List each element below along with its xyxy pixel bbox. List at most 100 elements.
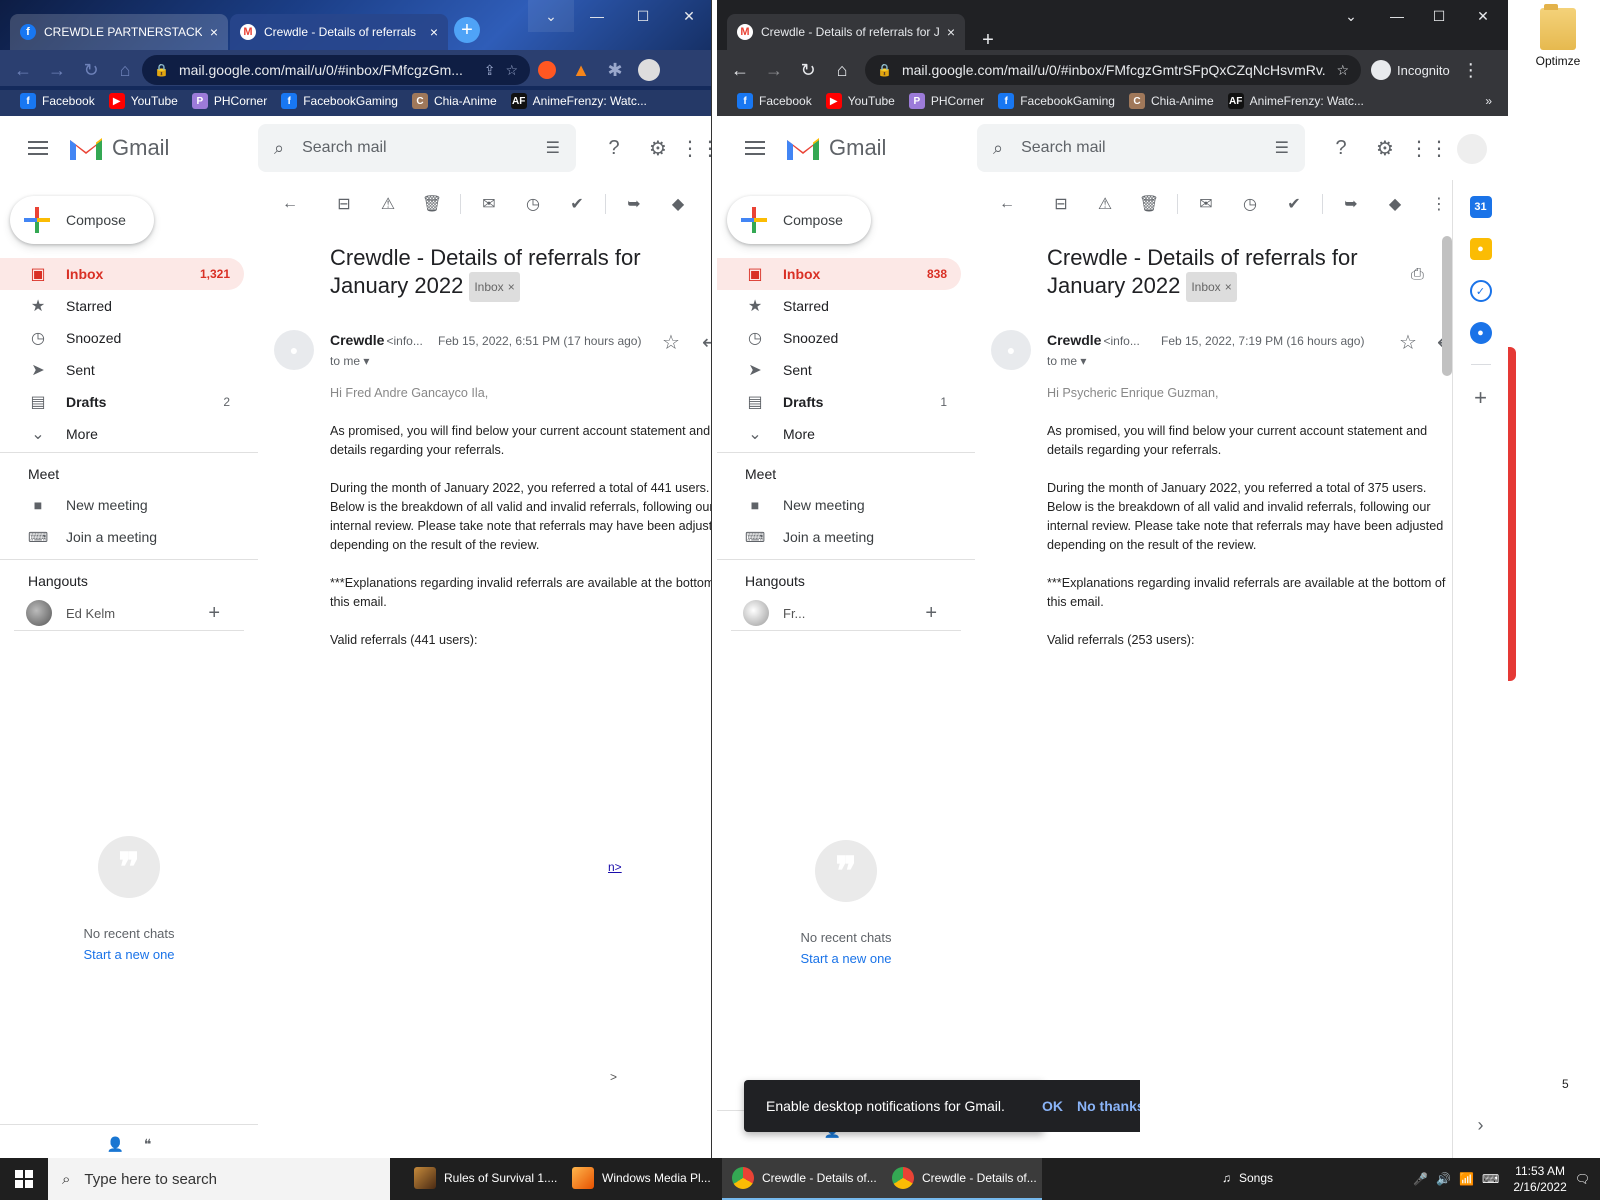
delete-button[interactable]: 🗑 <box>410 184 454 224</box>
nav-item-more[interactable]: ⌄ More <box>0 418 244 450</box>
tab-search-button[interactable]: ⌄ <box>1328 0 1374 32</box>
new-meeting-button[interactable]: ■ New meeting <box>0 489 244 521</box>
get-addons-icon[interactable]: + <box>1474 385 1487 411</box>
home-button[interactable]: ⌂ <box>825 53 859 87</box>
stray-link[interactable]: n> <box>608 860 622 874</box>
bookmark-chia-anime[interactable]: C Chia-Anime <box>1123 89 1220 113</box>
add-task-button[interactable]: ✔ <box>555 184 599 224</box>
keep-icon[interactable]: ● <box>1469 238 1492 260</box>
tab-crewdle-partnerstack[interactable]: f CREWDLE PARTNERSTACK | F × <box>10 14 228 50</box>
bookmark-phcorner[interactable]: P PHCorner <box>186 89 273 113</box>
incognito-indicator[interactable]: Incognito <box>1371 60 1450 80</box>
nav-item-inbox[interactable]: ▣ Inbox 1,321 <box>0 258 244 290</box>
sender-name[interactable]: Crewdle <info... <box>1047 332 1140 348</box>
taskbar-songs-toolbar[interactable]: ♫ Songs <box>1212 1158 1283 1200</box>
reply-button[interactable]: ↩ <box>702 330 711 355</box>
snooze-button[interactable]: ◷ <box>511 184 555 224</box>
notification-center-icon[interactable]: 🗨 <box>1575 1172 1590 1186</box>
clock[interactable]: 11:53 AM 2/16/2022 <box>1513 1163 1566 1195</box>
nav-item-drafts[interactable]: ▤ Drafts 2 <box>0 386 244 418</box>
taskbar-item-chrome-1[interactable]: Crewdle - Details of... <box>722 1158 882 1200</box>
recipient-details[interactable]: to me ▾ <box>1047 354 1086 368</box>
close-icon[interactable]: × <box>508 273 515 301</box>
labels-button[interactable]: ◆ <box>656 184 700 224</box>
bookmark-star-icon[interactable]: ☆ <box>1336 62 1349 79</box>
snooze-button[interactable]: ◷ <box>1228 184 1272 224</box>
mark-unread-button[interactable]: ✉ <box>1184 184 1228 224</box>
maximize-button[interactable]: ☐ <box>620 0 666 32</box>
close-window-button[interactable]: ✕ <box>1460 0 1506 32</box>
gmail-logo[interactable]: Gmail <box>785 134 886 162</box>
bookmark-facebook[interactable]: f Facebook <box>14 89 101 113</box>
tab-crewdle-details[interactable]: M Crewdle - Details of referrals × <box>230 14 448 50</box>
bookmark-youtube[interactable]: ▶ YouTube <box>820 89 901 113</box>
metamask-button[interactable]: ▲ <box>564 53 598 87</box>
print-button[interactable]: ⎙ <box>1411 266 1424 284</box>
more-bookmarks-button[interactable]: » <box>1479 89 1498 113</box>
recipient-details[interactable]: to me ▾ <box>330 354 369 368</box>
start-button[interactable] <box>0 1158 48 1200</box>
account-avatar[interactable] <box>1457 134 1487 164</box>
vertical-scrollbar[interactable] <box>1442 236 1452 376</box>
move-to-button[interactable]: ➥ <box>612 184 656 224</box>
share-icon[interactable]: ⇪ <box>484 62 496 79</box>
add-hangout-icon[interactable]: + <box>925 602 937 625</box>
close-icon[interactable]: × <box>947 24 955 40</box>
taskbar-search-input[interactable]: ⌕ Type here to search <box>48 1158 390 1200</box>
back-to-inbox-button[interactable]: ← <box>985 184 1029 224</box>
nav-item-more[interactable]: ⌄ More <box>717 418 961 450</box>
back-to-inbox-button[interactable]: ← <box>268 184 312 224</box>
contacts-icon[interactable]: ● <box>1469 322 1492 344</box>
nav-item-sent[interactable]: ➤ Sent <box>0 354 244 386</box>
forward-button[interactable]: → <box>40 53 74 87</box>
calendar-icon[interactable]: 31 <box>1469 196 1492 218</box>
gmail-logo[interactable]: Gmail <box>68 134 169 162</box>
sender-name[interactable]: Crewdle <info... <box>330 332 423 348</box>
extension-button[interactable] <box>530 53 564 87</box>
bookmark-animefrenzy[interactable]: AF AnimeFrenzy: Watc... <box>505 89 653 113</box>
hangout-user[interactable]: Ed Kelm + <box>0 596 244 630</box>
add-task-button[interactable]: ✔ <box>1272 184 1316 224</box>
tab-crewdle-details[interactable]: M Crewdle - Details of referrals for J × <box>727 14 965 50</box>
new-tab-button[interactable]: + <box>454 17 480 43</box>
back-button[interactable]: ← <box>6 53 40 87</box>
bookmark-phcorner[interactable]: P PHCorner <box>903 89 990 113</box>
more-actions-button[interactable]: ⋮ <box>1417 184 1452 224</box>
bookmark-facebookgaming[interactable]: f FacebookGaming <box>275 89 404 113</box>
home-button[interactable]: ⌂ <box>108 53 142 87</box>
start-new-chat-link[interactable]: Start a new one <box>0 947 258 962</box>
notification-ok-button[interactable]: OK <box>1042 1098 1063 1114</box>
archive-button[interactable]: ⊟ <box>1039 184 1083 224</box>
search-mail-input[interactable]: ⌕ Search mail ☰ <box>977 124 1305 172</box>
main-menu-button[interactable] <box>731 124 779 172</box>
apps-button[interactable]: ⋮⋮ <box>1409 128 1449 168</box>
mark-unread-button[interactable]: ✉ <box>467 184 511 224</box>
support-button[interactable]: ? <box>594 128 634 168</box>
reload-button[interactable]: ↻ <box>74 53 108 87</box>
delete-button[interactable]: 🗑 <box>1127 184 1171 224</box>
join-meeting-button[interactable]: ⌨ Join a meeting <box>717 521 961 553</box>
forward-button[interactable]: → <box>757 53 791 87</box>
bookmark-youtube[interactable]: ▶ YouTube <box>103 89 184 113</box>
nav-item-sent[interactable]: ➤ Sent <box>717 354 961 386</box>
support-button[interactable]: ? <box>1321 128 1361 168</box>
bookmark-star-icon[interactable]: ☆ <box>505 62 518 79</box>
nav-item-snoozed[interactable]: ◷ Snoozed <box>0 322 244 354</box>
back-button[interactable]: ← <box>723 53 757 87</box>
nav-item-starred[interactable]: ★ Starred <box>0 290 244 322</box>
report-spam-button[interactable]: ⚠ <box>366 184 410 224</box>
nav-item-inbox[interactable]: ▣ Inbox 838 <box>717 258 961 290</box>
bookmark-facebook[interactable]: f Facebook <box>731 89 818 113</box>
search-options-icon[interactable]: ☰ <box>546 138 560 158</box>
taskbar-item-media-player[interactable]: Windows Media Pl... <box>562 1158 722 1200</box>
nav-item-drafts[interactable]: ▤ Drafts 1 <box>717 386 961 418</box>
compose-button[interactable]: Compose <box>727 196 871 244</box>
new-meeting-button[interactable]: ■ New meeting <box>717 489 961 521</box>
bookmark-animefrenzy[interactable]: AF AnimeFrenzy: Watc... <box>1222 89 1370 113</box>
wifi-icon[interactable]: 📶 <box>1459 1172 1474 1186</box>
close-icon[interactable]: × <box>210 24 218 40</box>
hangouts-icon[interactable]: ❝ <box>144 1136 152 1153</box>
tasks-icon[interactable]: ✓ <box>1469 280 1492 302</box>
address-bar[interactable]: 🔒 mail.google.com/mail/u/0/#inbox/FMfcgz… <box>142 55 530 85</box>
inbox-label-chip[interactable]: Inbox × <box>1186 272 1237 303</box>
